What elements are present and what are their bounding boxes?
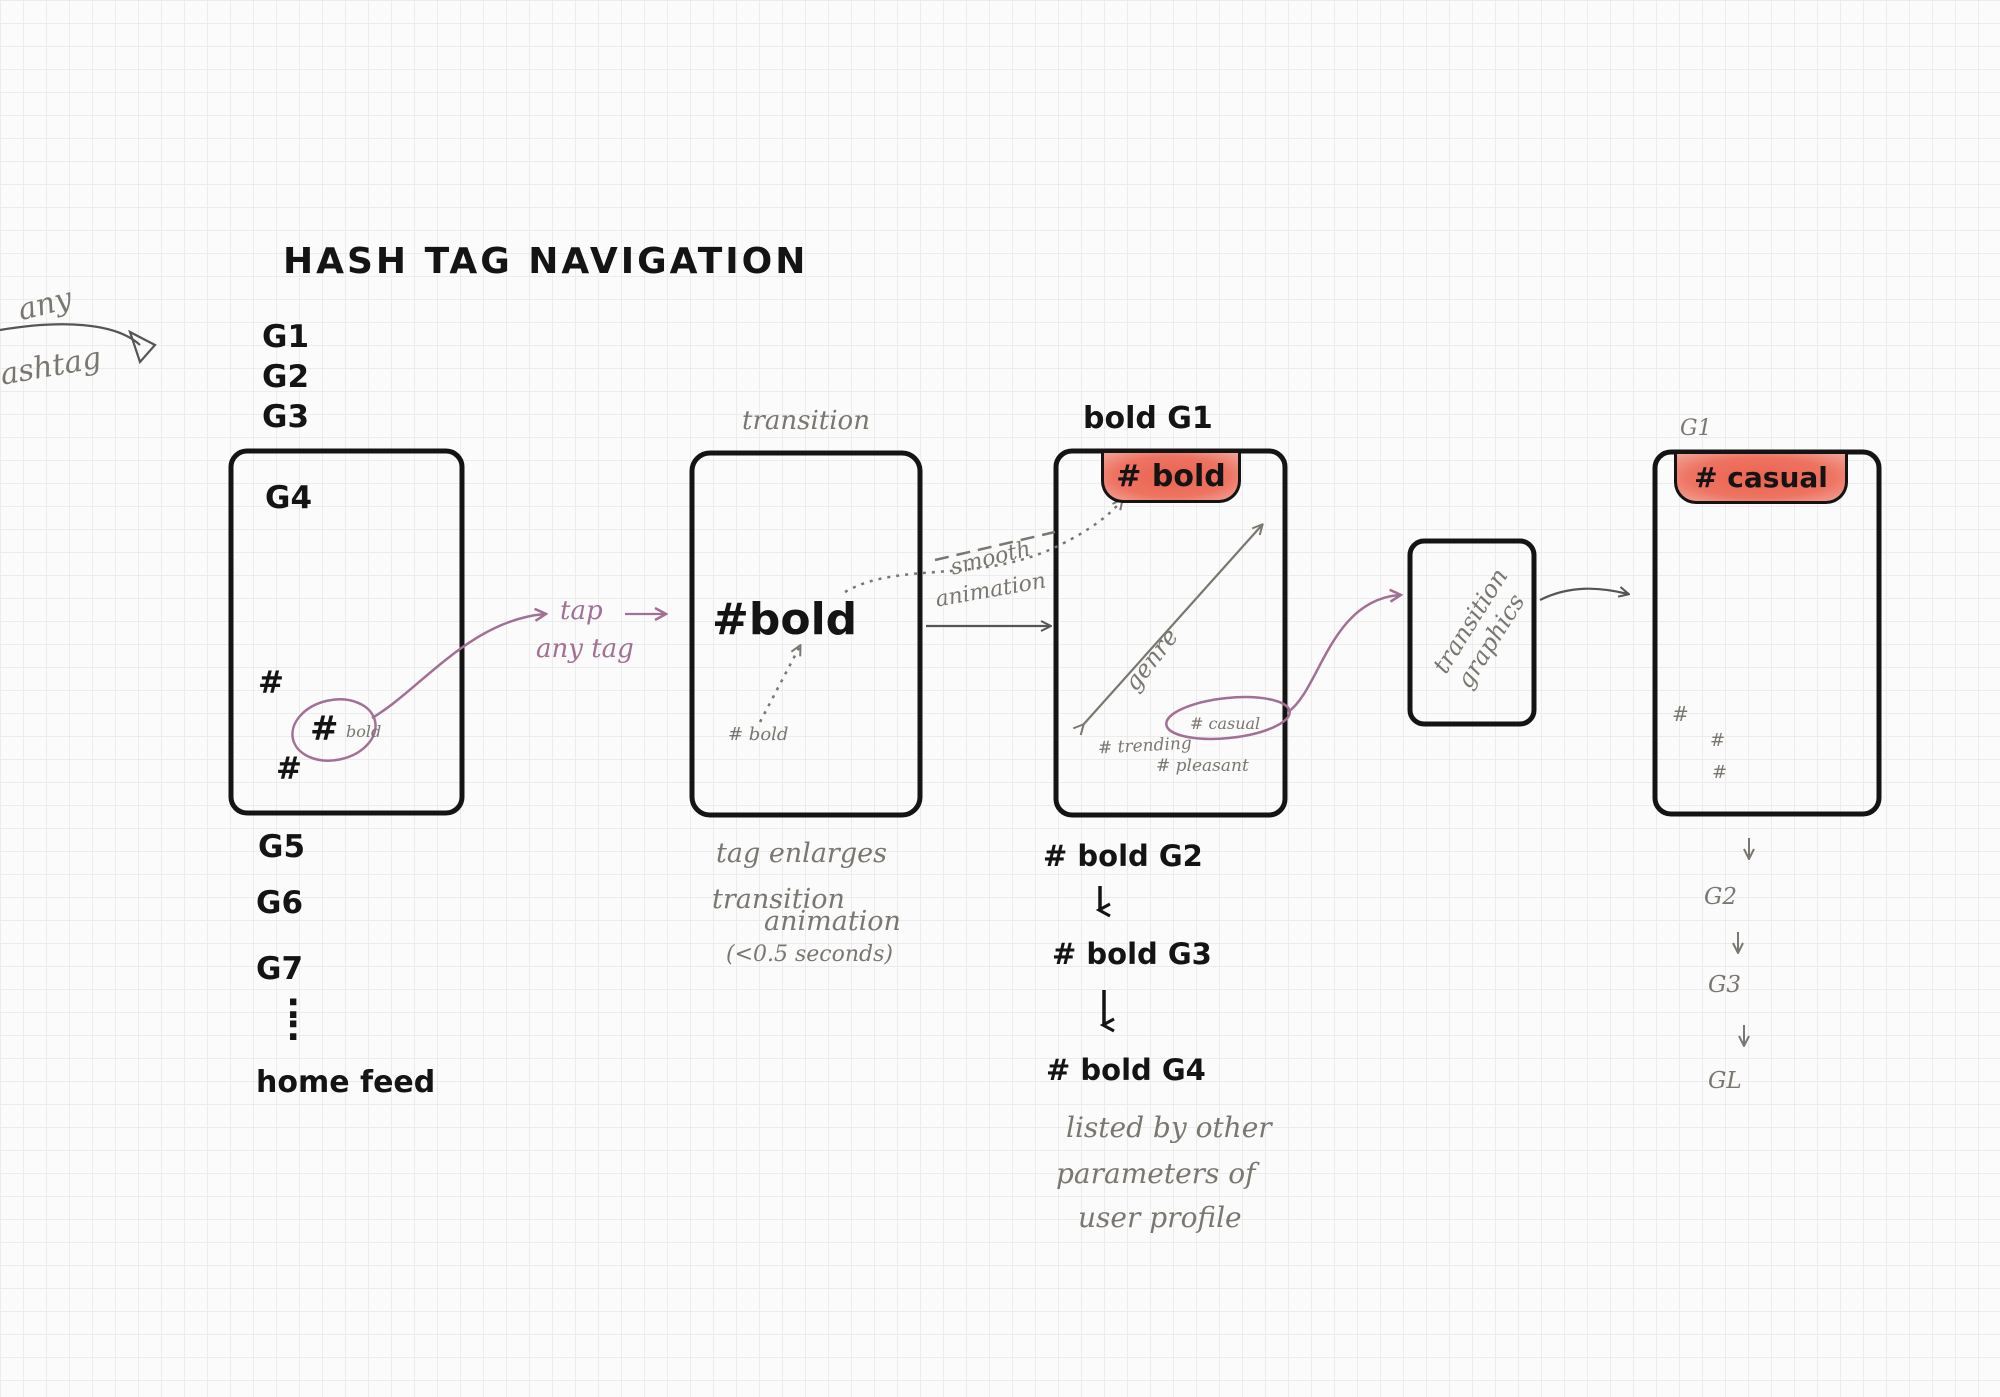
screen5-hash-1: # [1672, 702, 1689, 726]
screen3-chip[interactable]: # bold [1101, 453, 1241, 503]
screen3-list-3: # bold G4 [1046, 1053, 1206, 1087]
enlarge-arrow [758, 646, 800, 723]
screen1-footer: home feed [256, 1065, 436, 1100]
page-title: HASH TAG NAVIGATION [283, 241, 809, 282]
screen2-caption-1: tag enlarges [716, 838, 887, 869]
screen1-g2: G2 [262, 359, 310, 395]
screen3-tag-trending: # trending [1097, 733, 1193, 759]
screen1-g3: G3 [262, 399, 310, 435]
screen5-frame [1652, 449, 1882, 817]
screen3-label: bold G1 [1083, 401, 1213, 436]
screen5-chip[interactable]: # casual [1674, 454, 1848, 504]
screen1-hash-1: # [258, 665, 284, 701]
screen5-gl: GL [1708, 1068, 1742, 1094]
screen5-g3: G3 [1708, 972, 1742, 998]
screen1-hash-2: # [310, 709, 339, 749]
screen1-g7: G7 [256, 951, 304, 987]
casual-to-transition-arrow [1287, 595, 1400, 714]
screen3-list-2: # bold G3 [1052, 937, 1212, 971]
tap-note-line1: tap [560, 596, 603, 626]
screen3-tag-pleasant: # pleasant [1156, 756, 1249, 776]
screen4-to-screen5-arrow [1539, 589, 1628, 601]
screen2-small-tag: # bold [728, 724, 789, 745]
left-note-arrow [0, 323, 141, 346]
screen5-g2: G2 [1704, 884, 1738, 910]
screen1-hash-3: # [276, 751, 302, 787]
screen5-hash-2: # [1710, 730, 1726, 751]
screen1-g4: G4 [265, 480, 313, 516]
screen1-tag-word: bold [346, 722, 382, 741]
genre-axis-arrow [1083, 525, 1262, 725]
screen1-dots: :: [286, 986, 301, 1049]
screen5-label: G1 [1680, 416, 1712, 441]
screen3-tag-casual: # casual [1190, 714, 1261, 733]
tap-arrow [371, 614, 545, 720]
screen2-big-tag: #bold [712, 594, 858, 645]
screen5-hash-3: # [1712, 762, 1728, 783]
screen3-note-1: listed by other [1066, 1111, 1272, 1144]
screen1-g6: G6 [256, 885, 304, 921]
left-note-arrowhead-icon [128, 329, 157, 365]
screen2-caption-3: animation [764, 906, 901, 937]
screen3-note-2: parameters of [1056, 1157, 1256, 1190]
screen3-list-1: # bold G2 [1043, 839, 1203, 873]
screen2-label: transition [742, 406, 870, 436]
tap-note-line2: any tag [536, 634, 634, 664]
screen3-note-3: user profile [1078, 1201, 1242, 1234]
screen2-caption-4: (<0.5 seconds) [726, 942, 893, 967]
screen1-g1: G1 [262, 319, 310, 355]
sketch-layer [0, 323, 1882, 1397]
screen1-g5: G5 [258, 829, 306, 865]
